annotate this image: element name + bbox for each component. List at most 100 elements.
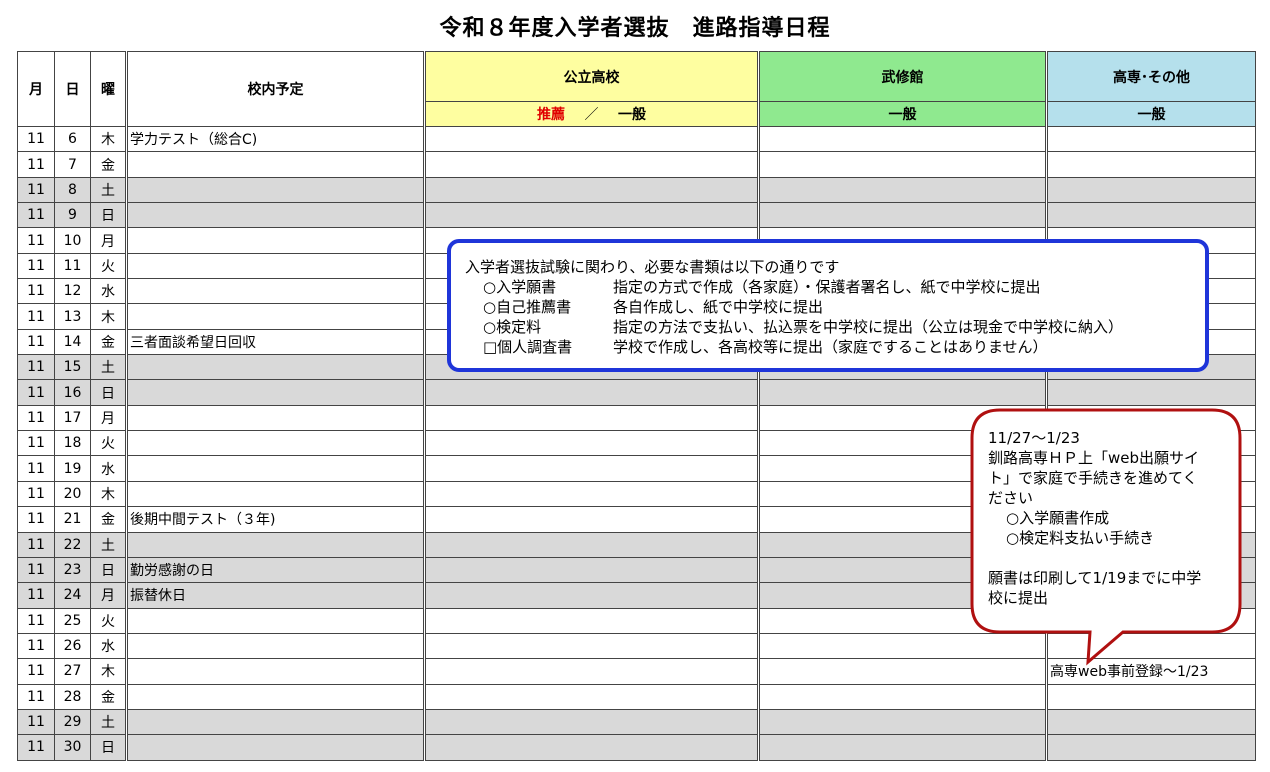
- cell-koritsu: [424, 582, 760, 609]
- table-row: 11 25 火: [17, 607, 1256, 634]
- notice-item-desc: 指定の方式で作成（各家庭）・保護者署名し、紙で中学校に提出: [613, 278, 1041, 296]
- cell-koritsu: [424, 404, 760, 432]
- cell-koritsu: [424, 708, 760, 736]
- notice-item-name: ○入学願書: [483, 278, 557, 296]
- cell-school-event: [126, 227, 426, 254]
- cell-month: 11: [17, 227, 55, 254]
- cell-day: 17: [54, 404, 91, 432]
- cell-weekday: 金: [90, 151, 128, 178]
- cell-school-event: [126, 252, 426, 280]
- cell-month: 11: [17, 354, 55, 381]
- cell-koritsu: [424, 683, 760, 710]
- header-bushukan: 武修館: [758, 51, 1048, 102]
- cell-weekday: 月: [90, 227, 128, 254]
- cell-day: 12: [54, 278, 91, 305]
- table-row: 11 7 金: [17, 151, 1256, 178]
- cell-month: 11: [17, 683, 55, 710]
- cell-day: 6: [54, 125, 91, 153]
- notice-item: □個人調査書 学校で作成し、各高校等に提出（家庭ですることはありません）: [465, 337, 1205, 357]
- cell-day: 10: [54, 227, 91, 254]
- cell-month: 11: [17, 607, 55, 634]
- cell-weekday: 水: [90, 455, 128, 482]
- table-row: 11 8 土: [17, 176, 1256, 204]
- cell-weekday: 火: [90, 252, 128, 280]
- header-bushukan-sub: 一般: [758, 101, 1048, 127]
- cell-bushukan: [758, 151, 1048, 178]
- cell-bushukan: [758, 125, 1048, 153]
- cell-kosen: [1046, 379, 1256, 406]
- cell-day: 21: [54, 506, 91, 533]
- koritsu-separator: ／: [584, 107, 599, 123]
- header-koritsu-sub: 推薦 ／ 一般: [424, 101, 760, 127]
- cell-month: 11: [17, 303, 55, 330]
- bubble-line: ださい: [988, 489, 1034, 507]
- cell-school-event: [126, 404, 426, 432]
- header-month: 月: [17, 51, 55, 127]
- cell-weekday: 木: [90, 658, 128, 685]
- header-kosen-sub: 一般: [1046, 101, 1256, 127]
- cell-month: 11: [17, 708, 55, 736]
- table-row: 11 27 木 高専web事前登録～1/23: [17, 658, 1256, 685]
- cell-month: 11: [17, 632, 55, 660]
- cell-koritsu: [424, 125, 760, 153]
- cell-month: 11: [17, 658, 55, 685]
- table-row: 11 28 金: [17, 683, 1256, 710]
- cell-day: 9: [54, 202, 91, 229]
- koritsu-ippan-label: 一般: [618, 107, 646, 123]
- cell-bushukan: [758, 658, 1048, 685]
- cell-bushukan: [758, 607, 1048, 634]
- cell-weekday: 土: [90, 354, 128, 381]
- cell-school-event: 三者面談希望日回収: [126, 328, 426, 356]
- cell-kosen: [1046, 632, 1256, 660]
- notice-item-desc: 学校で作成し、各高校等に提出（家庭ですることはありません）: [613, 338, 1048, 356]
- cell-day: 20: [54, 480, 91, 508]
- cell-school-event: [126, 202, 426, 229]
- cell-month: 11: [17, 734, 55, 761]
- cell-bushukan: [758, 404, 1048, 432]
- cell-koritsu: [424, 531, 760, 558]
- cell-koritsu: [424, 607, 760, 634]
- cell-month: 11: [17, 278, 55, 305]
- notice-item-name: ○自己推薦書: [483, 298, 572, 316]
- cell-bushukan: [758, 683, 1048, 710]
- cell-school-event: [126, 430, 426, 457]
- cell-school-event: [126, 607, 426, 634]
- cell-school-event: [126, 303, 426, 330]
- cell-koritsu: [424, 379, 760, 406]
- table-row: 11 29 土: [17, 708, 1256, 736]
- schedule-table: 月 日 曜 校内予定 公立高校 武修館 高専･その他 推薦 ／ 一般 一般 一般…: [17, 51, 1256, 761]
- cell-month: 11: [17, 151, 55, 178]
- page-title: 令和８年度入学者選抜 進路指導日程: [439, 16, 831, 41]
- cell-weekday: 日: [90, 202, 128, 229]
- cell-school-event: [126, 632, 426, 660]
- cell-day: 28: [54, 683, 91, 710]
- cell-weekday: 水: [90, 632, 128, 660]
- header-day: 日: [54, 51, 91, 127]
- koritsu-suisen-label: 推薦: [537, 107, 565, 123]
- cell-school-event: [126, 176, 426, 204]
- cell-kosen: [1046, 607, 1256, 634]
- cell-kosen: [1046, 683, 1256, 710]
- cell-day: 25: [54, 607, 91, 634]
- cell-weekday: 木: [90, 303, 128, 330]
- cell-kosen: [1046, 202, 1256, 229]
- cell-weekday: 金: [90, 328, 128, 356]
- cell-school-event: [126, 278, 426, 305]
- cell-weekday: 木: [90, 480, 128, 508]
- cell-day: 22: [54, 531, 91, 558]
- cell-koritsu: [424, 506, 760, 533]
- cell-bushukan: [758, 176, 1048, 204]
- cell-kosen: [1046, 734, 1256, 761]
- cell-weekday: 火: [90, 430, 128, 457]
- bubble-item: ○入学願書作成: [1006, 509, 1110, 527]
- cell-weekday: 土: [90, 531, 128, 558]
- cell-day: 27: [54, 658, 91, 685]
- bubble-item: ○検定料支払い手続き: [1006, 529, 1155, 547]
- cell-koritsu: [424, 455, 760, 482]
- cell-month: 11: [17, 125, 55, 153]
- cell-koritsu: [424, 632, 760, 660]
- cell-day: 16: [54, 379, 91, 406]
- cell-weekday: 土: [90, 176, 128, 204]
- cell-day: 15: [54, 354, 91, 381]
- cell-month: 11: [17, 582, 55, 609]
